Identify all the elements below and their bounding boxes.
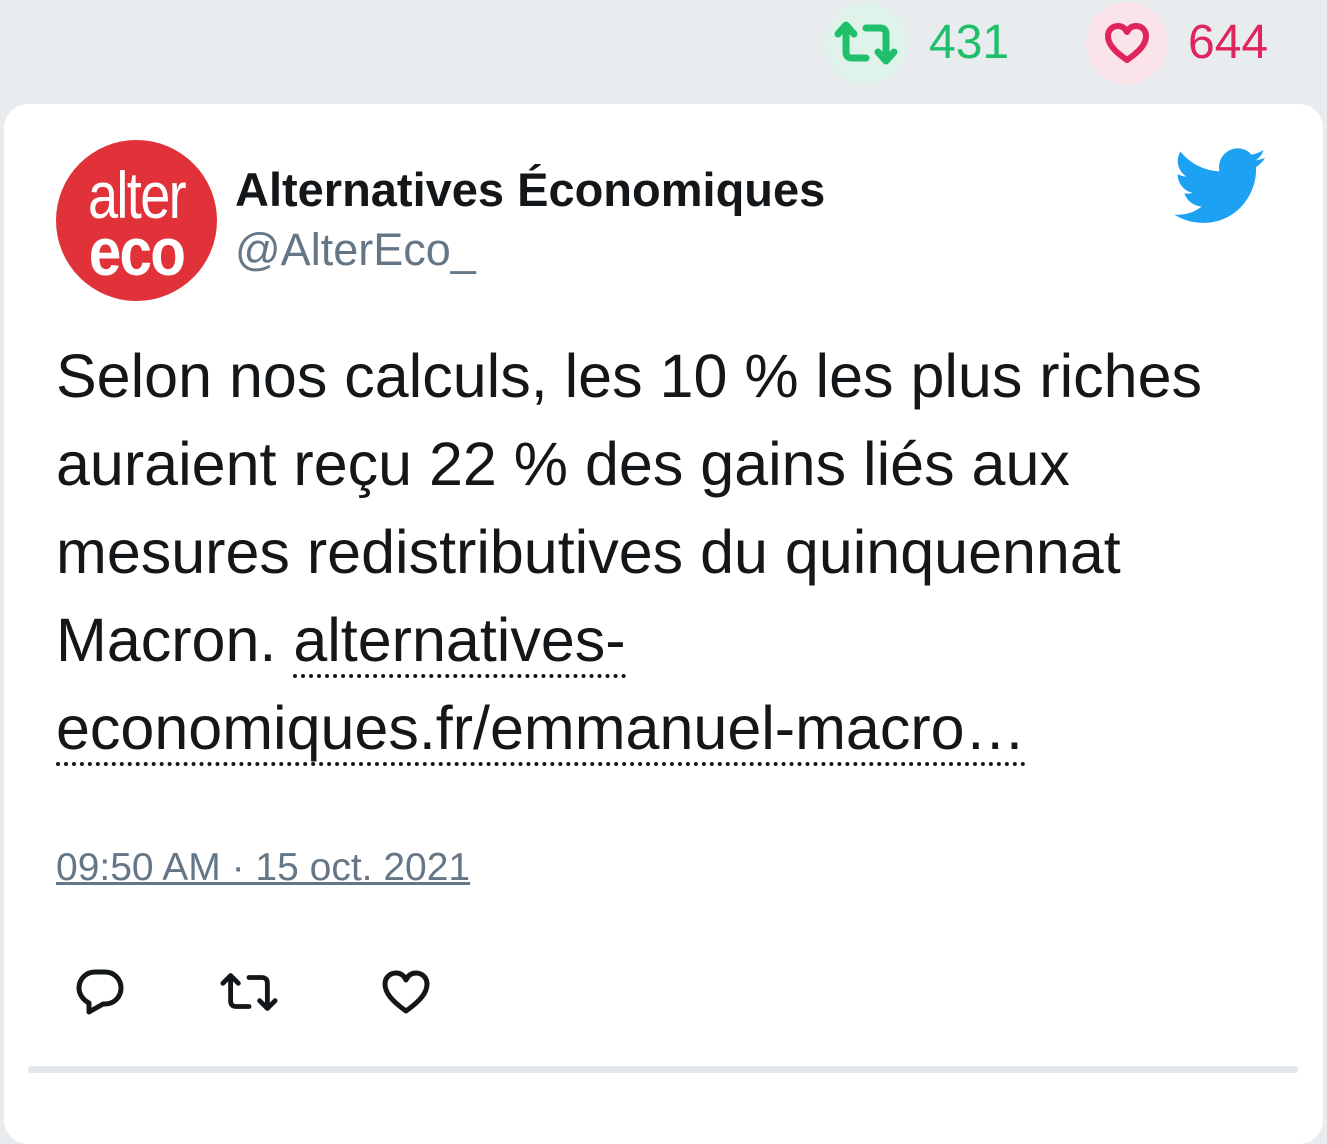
engagement-stats-bar: 431 644 (0, 0, 1327, 100)
reply-icon (76, 969, 124, 1015)
avatar[interactable]: alter eco (56, 140, 217, 301)
twitter-bird-icon[interactable] (1174, 148, 1268, 226)
tweet-body-text: Selon nos calculs, les 10 % les plus ric… (56, 342, 1203, 674)
reply-button[interactable] (70, 962, 130, 1022)
author-handle[interactable]: @AlterEco_ (235, 222, 476, 278)
like-count: 644 (1188, 16, 1269, 69)
card-divider (28, 1066, 1298, 1073)
like-stat[interactable]: 644 (1086, 2, 1268, 84)
heart-icon (382, 970, 430, 1014)
retweet-button[interactable] (219, 962, 279, 1022)
tweet-text: Selon nos calculs, les 10 % les plus ric… (56, 332, 1276, 772)
author-name[interactable]: Alternatives Économiques (235, 162, 825, 218)
retweet-count: 431 (929, 16, 1010, 69)
avatar-logo-line2: eco (88, 214, 186, 290)
retweet-icon (220, 973, 278, 1011)
tweet-timestamp[interactable]: 09:50 AM · 15 oct. 2021 (56, 842, 470, 894)
heart-icon[interactable] (1086, 2, 1168, 84)
retweet-icon[interactable] (825, 2, 907, 84)
tweet-card: alter eco Alternatives Économiques @Alte… (4, 104, 1323, 1144)
retweet-stat[interactable]: 431 (825, 2, 1009, 84)
like-button[interactable] (376, 962, 436, 1022)
